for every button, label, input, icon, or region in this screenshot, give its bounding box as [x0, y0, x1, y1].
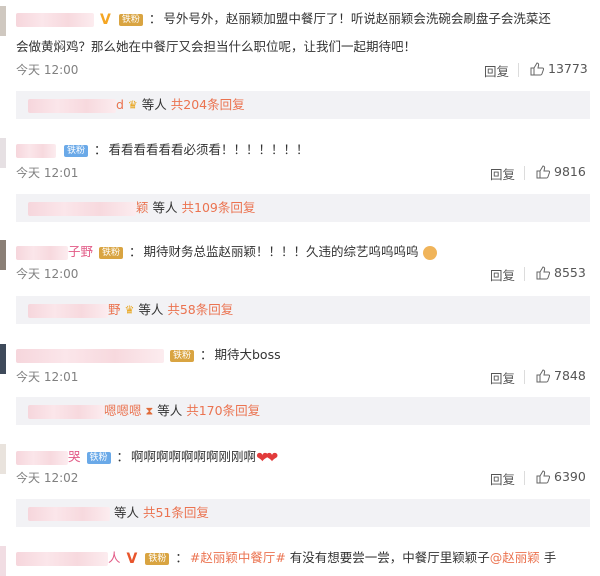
reply-button[interactable]: 回复 [490, 164, 515, 183]
thumbs-up-icon [536, 266, 551, 280]
like-button[interactable]: 6390 [536, 469, 586, 484]
avatar[interactable] [0, 138, 6, 168]
comment-item: 子野 铁粉 ：期待财务总监赵丽颖！！！！久违的综艺呜呜呜呜 今天 12:00 回… [16, 244, 586, 284]
thumbs-up-icon [536, 470, 551, 484]
comment-item: 铁粉 ：看看看看看看必须看！！！！！！！ 今天 12:01 回复 9816 [16, 142, 586, 183]
fan-badge: 铁粉 [169, 349, 194, 362]
reply-button[interactable]: 回复 [484, 61, 509, 80]
reply-user-redacted [28, 506, 110, 521]
thumbs-up-icon [536, 165, 551, 179]
comment-item: 铁粉 ：期待大boss 今天 12:01 回复 7848 [16, 347, 586, 387]
username-redacted[interactable] [16, 551, 108, 566]
like-count: 13773 [548, 61, 588, 76]
vip-icon: V [99, 11, 111, 28]
reply-user-redacted [28, 98, 116, 113]
comment-time: 今天 12:00 [16, 63, 79, 77]
reply-button[interactable]: 回复 [490, 469, 515, 488]
comment-item: 人 V 铁粉 ： #赵丽颖中餐厅# 有没有想要尝一尝，中餐厅里颖颖子@赵丽颖 手 [16, 547, 590, 573]
comment-item: 哭 铁粉 ：啊啊啊啊啊啊啊刚刚啊❤❤ 今天 12:02 回复 6390 [16, 448, 586, 488]
avatar[interactable] [0, 6, 6, 36]
fan-badge: 铁粉 [86, 451, 111, 464]
reply-count-link[interactable]: 共170条回复 [186, 403, 260, 418]
username-redacted[interactable] [16, 245, 68, 260]
avatar[interactable] [0, 444, 6, 474]
fan-badge: 铁粉 [145, 552, 170, 565]
username-redacted[interactable] [16, 450, 68, 465]
reply-user-redacted [28, 303, 108, 318]
topic-link[interactable]: #赵丽颖中餐厅# [190, 550, 286, 565]
like-button[interactable]: 7848 [536, 368, 586, 383]
comment-time: 今天 12:01 [16, 166, 79, 180]
like-count: 9816 [554, 164, 586, 179]
sub-replies-box[interactable]: 颖 等人 共109条回复 [16, 194, 590, 222]
sub-replies-box[interactable]: 等人 共51条回复 [16, 499, 590, 527]
comment-time: 今天 12:02 [16, 471, 79, 485]
crown-icon: ♛ [124, 303, 135, 317]
crown-icon: ♛ [127, 98, 138, 112]
username-redacted[interactable] [16, 12, 94, 27]
comment-text: 期待财务总监赵丽颖！！！！久违的综艺呜呜呜呜 [143, 244, 419, 259]
comment-text: 期待大boss [214, 347, 281, 362]
heart-icon: ❤❤ [256, 448, 278, 467]
comment-item: V 铁粉 ：号外号外，赵丽颖加盟中餐厅了！听说赵丽颖会洗碗会刷盘子会洗菜还 会做… [16, 11, 588, 80]
comment-time: 今天 12:01 [16, 370, 79, 384]
reply-user-redacted [28, 404, 104, 419]
like-count: 6390 [554, 469, 586, 484]
avatar[interactable] [0, 344, 6, 374]
sub-replies-box[interactable]: 野 ♛ 等人 共58条回复 [16, 296, 590, 324]
avatar[interactable] [0, 240, 6, 270]
reply-user-redacted [28, 201, 136, 216]
comment-time: 今天 12:00 [16, 267, 79, 281]
comment-text: 啊啊啊啊啊啊啊刚刚啊 [131, 449, 257, 464]
fan-badge: 铁粉 [118, 13, 143, 26]
reply-count-link[interactable]: 共204条回复 [171, 97, 245, 112]
avatar[interactable] [0, 546, 6, 576]
comment-text: 有没有想要尝一尝，中餐厅里颖颖子 [289, 550, 490, 565]
comment-text-line2: 会做黄焖鸡？那么她在中餐厅又会担当什么职位呢，让我们一起期待吧！ [16, 39, 417, 54]
fan-badge: 铁粉 [99, 246, 124, 259]
crying-emoji-icon [422, 245, 437, 260]
hourglass-icon: ⧗ [145, 404, 154, 418]
like-button[interactable]: 13773 [530, 61, 588, 76]
mention-link[interactable]: @赵丽颖 [490, 550, 540, 565]
like-button[interactable]: 8553 [536, 265, 586, 280]
sub-replies-box[interactable]: 嗯嗯嗯 ⧗ 等人 共170条回复 [16, 397, 590, 425]
like-count: 8553 [554, 265, 586, 280]
comment-text: 号外号外，赵丽颖加盟中餐厅了！听说赵丽颖会洗碗会刷盘子会洗菜还 [163, 11, 551, 26]
reply-button[interactable]: 回复 [490, 265, 515, 284]
vip-icon: V [126, 550, 138, 567]
reply-count-link[interactable]: 共58条回复 [167, 302, 233, 317]
like-button[interactable]: 9816 [536, 164, 586, 179]
like-count: 7848 [554, 368, 586, 383]
username-redacted[interactable] [16, 348, 164, 363]
thumbs-up-icon [530, 62, 545, 76]
reply-button[interactable]: 回复 [490, 368, 515, 387]
username-redacted[interactable] [16, 143, 56, 158]
thumbs-up-icon [536, 369, 551, 383]
sub-replies-box[interactable]: d ♛ 等人 共204条回复 [16, 91, 590, 119]
reply-count-link[interactable]: 共109条回复 [182, 200, 256, 215]
reply-count-link[interactable]: 共51条回复 [143, 505, 209, 520]
fan-badge: 铁粉 [63, 144, 88, 157]
comment-text: 看看看看看看必须看！！！！！！！ [108, 142, 309, 157]
